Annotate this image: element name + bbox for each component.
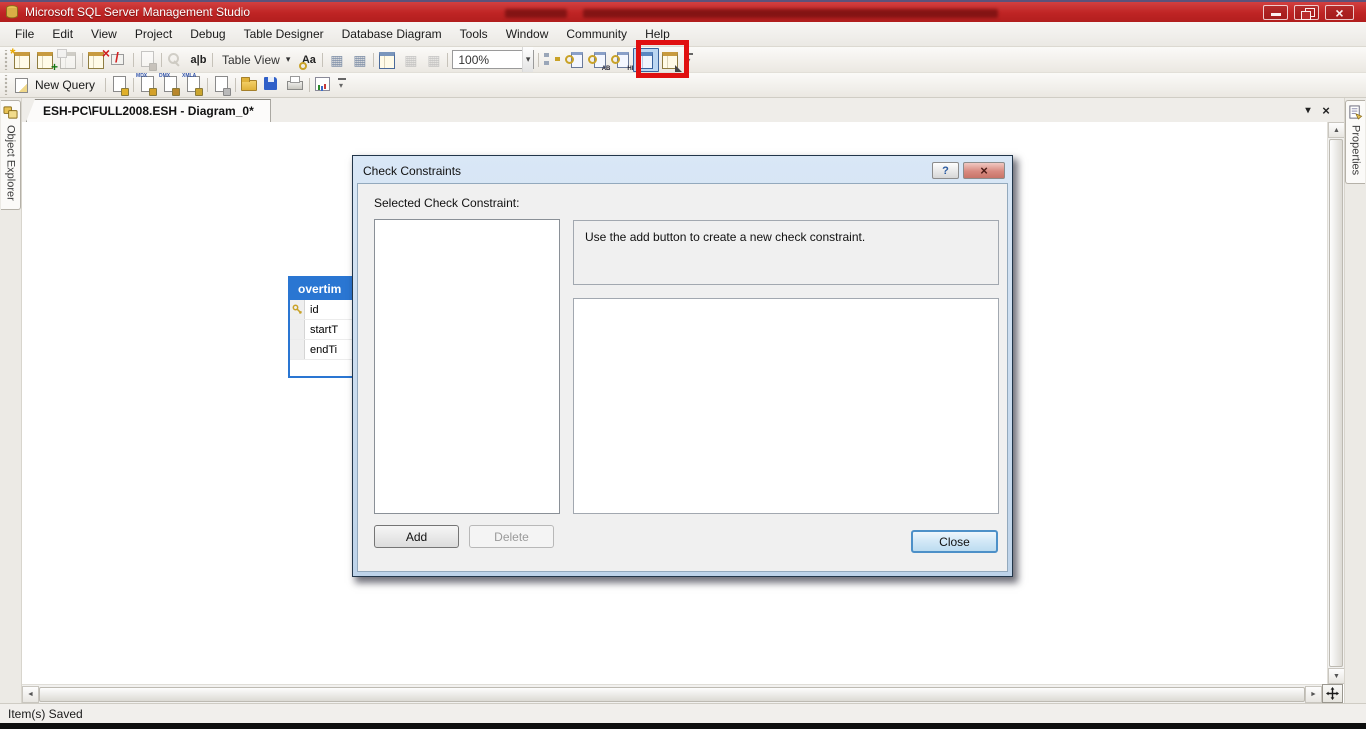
recalculate-page-breaks-icon[interactable]	[399, 49, 422, 71]
check-constraints-dialog: Check Constraints ? × Selected Check Con…	[352, 155, 1013, 577]
zoom-combo[interactable]: 100%	[452, 50, 534, 69]
status-bar: Item(s) Saved	[0, 703, 1366, 723]
row-selector[interactable]	[290, 300, 305, 319]
check-constraints-list[interactable]	[374, 219, 560, 514]
open-file-icon[interactable]	[238, 74, 261, 96]
save-icon[interactable]	[261, 74, 284, 96]
add-related-tables-icon[interactable]	[57, 49, 80, 71]
scroll-left-icon[interactable]: ◄	[22, 686, 39, 703]
menu-item[interactable]: Database Diagram	[333, 23, 451, 45]
pan-button[interactable]	[1322, 684, 1343, 703]
object-explorer-label: Object Explorer	[5, 125, 17, 201]
manage-indexes-and-keys-icon[interactable]: AB	[587, 49, 610, 71]
properties-label: Properties	[1350, 125, 1362, 175]
column-name: endTi	[305, 340, 337, 359]
primary-key-icon	[292, 304, 303, 315]
close-button[interactable]	[1325, 5, 1354, 20]
constraint-info-message: Use the add button to create a new check…	[573, 220, 999, 285]
properties-tab[interactable]: Properties	[1345, 100, 1365, 184]
ssms-window: Microsoft SQL Server Management Studio F…	[0, 0, 1366, 729]
dialog-close-button[interactable]: ×	[963, 162, 1005, 179]
scroll-down-icon[interactable]: ▼	[1328, 668, 1345, 684]
view-page-breaks-icon[interactable]	[376, 49, 399, 71]
sql-compact-query-icon[interactable]	[210, 74, 233, 96]
print-icon[interactable]	[284, 74, 307, 96]
restore-button[interactable]	[1294, 5, 1319, 20]
object-explorer-icon	[3, 105, 18, 120]
column-name: startT	[305, 320, 338, 339]
dialog-title-bar[interactable]: Check Constraints ? ×	[356, 159, 1009, 182]
taskbar-edge	[0, 723, 1366, 729]
menu-item[interactable]: Debug	[181, 23, 234, 45]
right-dock-rail: Properties	[1344, 98, 1366, 703]
dialog-help-button[interactable]: ?	[932, 162, 959, 179]
status-text: Item(s) Saved	[8, 707, 83, 721]
row-selector[interactable]	[290, 320, 305, 339]
new-table-icon[interactable]	[11, 49, 34, 71]
dialog-title: Check Constraints	[363, 164, 932, 178]
arrange-selection-icon[interactable]	[325, 49, 348, 71]
toolbar-grip	[2, 75, 11, 95]
menu-item[interactable]: Table Designer	[235, 23, 333, 45]
relationships-icon[interactable]	[541, 49, 564, 71]
menu-item[interactable]: Window	[497, 23, 558, 45]
menu-item[interactable]: Edit	[43, 23, 82, 45]
red-highlight-box	[636, 40, 689, 78]
tab-close-icon[interactable]: ×	[1318, 102, 1334, 118]
database-engine-query-icon[interactable]	[108, 74, 131, 96]
generate-change-script-icon[interactable]	[136, 49, 159, 71]
row-selector[interactable]	[290, 340, 305, 359]
vertical-scrollbar[interactable]: ▲ ▼	[1327, 122, 1344, 684]
analysis-services-dmx-query-icon[interactable]: DMX	[159, 74, 182, 96]
remove-from-diagram-icon[interactable]	[108, 49, 131, 71]
selected-check-constraint-label: Selected Check Constraint:	[374, 196, 519, 210]
table-view-button[interactable]: Table View	[215, 49, 297, 71]
add-table-icon[interactable]	[34, 49, 57, 71]
column-name: id	[305, 300, 319, 319]
delete-button: Delete	[469, 525, 554, 548]
ssms-app-icon	[4, 4, 20, 20]
toolbar-separator	[445, 51, 450, 69]
properties-icon	[1348, 105, 1363, 120]
close-dialog-button[interactable]: Close	[911, 530, 998, 553]
title-bar: Microsoft SQL Server Management Studio	[0, 0, 1366, 22]
menu-item[interactable]: File	[6, 23, 43, 45]
set-primary-key-icon[interactable]	[164, 49, 187, 71]
arrange-tables-icon[interactable]	[348, 49, 371, 71]
vertical-scrollbar-thumb[interactable]	[1329, 139, 1343, 667]
analysis-services-mdx-query-icon[interactable]: MDX	[136, 74, 159, 96]
constraint-properties-panel	[573, 298, 999, 514]
active-document-tab[interactable]: ESH-PC\FULL2008.ESH - Diagram_0*	[26, 99, 271, 122]
new-query-button[interactable]: New Query	[11, 74, 103, 96]
horizontal-scrollbar[interactable]: ◄ ►	[22, 684, 1322, 703]
activity-monitor-icon[interactable]	[312, 74, 335, 96]
menu-item[interactable]: Project	[126, 23, 181, 45]
menu-item[interactable]: Community	[557, 23, 636, 45]
menu-item[interactable]: Tools	[451, 23, 497, 45]
minimize-button[interactable]	[1263, 5, 1288, 20]
tab-list-dropdown-icon[interactable]: ▾	[1300, 102, 1316, 118]
delete-tables-from-database-icon[interactable]	[85, 49, 108, 71]
manage-relationships-icon[interactable]	[564, 49, 587, 71]
object-explorer-tab[interactable]: Object Explorer	[1, 100, 21, 210]
autosize-selected-tables-icon[interactable]	[422, 49, 445, 71]
analysis-services-xmla-query-icon[interactable]: XMLA	[182, 74, 205, 96]
pan-arrows-icon	[1326, 687, 1339, 700]
menu-item[interactable]: View	[82, 23, 126, 45]
toolbar-options-overflow-icon[interactable]	[335, 74, 350, 96]
add-button[interactable]: Add	[374, 525, 459, 548]
document-tab-strip: ESH-PC\FULL2008.ESH - Diagram_0* ▾ ×	[0, 98, 1366, 122]
scroll-right-icon[interactable]: ►	[1305, 686, 1322, 703]
manage-fulltext-indexes-icon[interactable]: HI	[610, 49, 633, 71]
left-dock-rail: Object Explorer	[0, 98, 22, 703]
show-column-names-icon[interactable]: a|b	[187, 49, 210, 71]
document-tab-title: ESH-PC\FULL2008.ESH - Diagram_0*	[43, 104, 254, 118]
window-title: Microsoft SQL Server Management Studio	[25, 5, 250, 19]
background-window-title-blurred	[505, 9, 998, 18]
highlight-annotation-icon[interactable]: Aa	[297, 49, 320, 71]
dialog-body: Selected Check Constraint: Use the add b…	[357, 183, 1008, 572]
horizontal-scrollbar-thumb[interactable]	[39, 687, 1305, 702]
scroll-up-icon[interactable]: ▲	[1328, 122, 1345, 138]
